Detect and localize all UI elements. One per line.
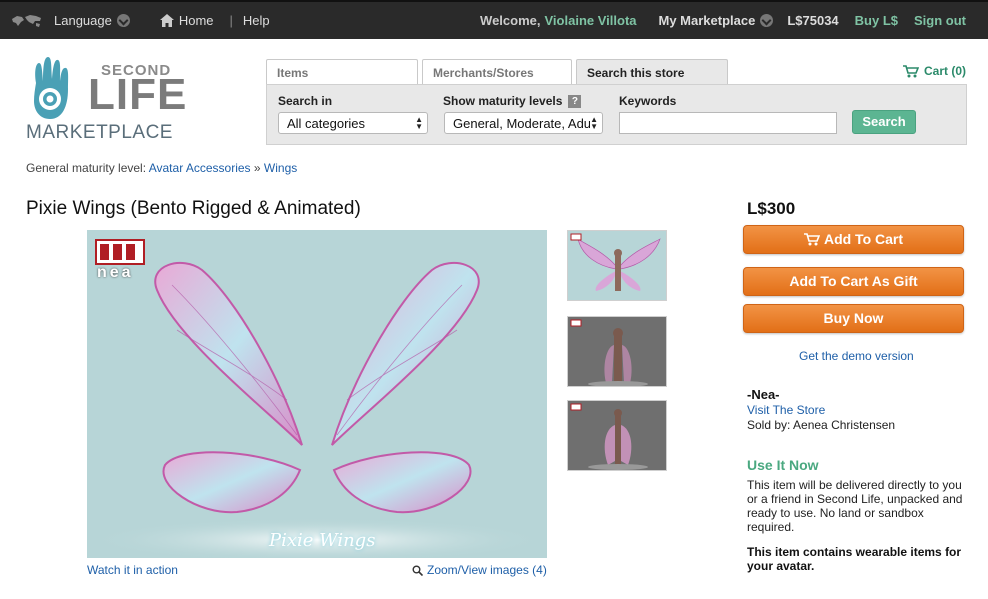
nav-separator: |: [229, 13, 233, 28]
tab-items[interactable]: Items: [266, 59, 418, 84]
store-name: -Nea-: [747, 387, 780, 402]
top-nav-right: Welcome, Violaine Villota My Marketplace…: [480, 2, 966, 39]
home-label: Home: [178, 13, 214, 28]
thumbnail-avatar-front: [570, 319, 648, 386]
search-in-select[interactable]: All categories ▲ ▼: [278, 112, 428, 134]
my-marketplace-label: My Marketplace: [658, 13, 756, 28]
maturity-label-row: Show maturity levels?: [443, 94, 582, 109]
cart-link[interactable]: Cart (0): [903, 64, 966, 78]
user-name-link[interactable]: Violaine Villota: [545, 13, 637, 28]
chevron-down-icon: [116, 14, 130, 27]
shopping-cart-icon: [803, 233, 820, 246]
sign-out-link[interactable]: Sign out: [914, 13, 966, 28]
home-icon: [159, 14, 174, 27]
welcome-label: Welcome,: [480, 13, 541, 28]
logo-life-text: LIFE: [88, 70, 188, 119]
product-price: L$300: [747, 199, 796, 218]
breadcrumb-arrow: »: [253, 161, 261, 175]
add-to-cart-button[interactable]: Add To Cart: [743, 225, 964, 254]
thumbnail-image[interactable]: [567, 230, 667, 301]
chevron-down-icon: [760, 14, 774, 27]
pixie-wings-illustration: [87, 239, 547, 558]
add-to-cart-as-gift-button[interactable]: Add To Cart As Gift: [743, 267, 964, 296]
watch-in-action-link[interactable]: Watch it in action: [87, 563, 178, 577]
search-button[interactable]: Search: [852, 110, 916, 134]
select-arrows-icon: ▲ ▼: [590, 115, 598, 131]
home-link[interactable]: Home: [159, 13, 214, 28]
thumbnail-image[interactable]: [567, 316, 667, 387]
search-tabs: Items Merchants/Stores Search this store: [266, 59, 732, 85]
delivery-description: This item will be delivered directly to …: [747, 478, 963, 534]
keywords-input[interactable]: [619, 112, 837, 134]
search-panel: Search in All categories ▲ ▼ Show maturit…: [266, 84, 967, 145]
buy-linden-link[interactable]: Buy L$: [855, 13, 898, 28]
breadcrumb-prefix: General maturity level:: [26, 161, 147, 175]
product-title: Pixie Wings (Bento Rigged & Animated): [26, 198, 361, 219]
maturity-label: Show maturity levels: [443, 94, 563, 108]
zoom-label: Zoom/View images (4): [427, 563, 547, 577]
help-link[interactable]: Help: [243, 13, 270, 28]
thumbnail-image[interactable]: [567, 400, 667, 471]
product-main-image[interactable]: nea Pixie Wings: [87, 230, 547, 558]
thumbnail-avatar-back: [570, 403, 648, 470]
my-marketplace-menu[interactable]: My Marketplace: [659, 13, 774, 28]
help-question-icon[interactable]: ?: [568, 95, 582, 109]
select-arrows-icon: ▲ ▼: [415, 115, 423, 131]
search-in-value: All categories: [287, 116, 366, 131]
world-map-icon: [12, 14, 41, 27]
breadcrumb-subcategory-link[interactable]: Wings: [264, 161, 297, 175]
hand-eye-logo-icon: [34, 57, 69, 119]
wearable-notice: This item contains wearable items for yo…: [747, 545, 962, 573]
image-brand-label: nea: [97, 264, 134, 281]
add-to-cart-label: Add To Cart: [823, 231, 904, 247]
maturity-select[interactable]: General, Moderate, Adult ▲ ▼: [444, 112, 603, 134]
breadcrumb-category-link[interactable]: Avatar Accessories: [149, 161, 251, 175]
language-menu[interactable]: Language: [54, 13, 130, 28]
second-life-marketplace-logo[interactable]: SECOND LIFE MARKETPLACE: [26, 55, 186, 143]
maturity-value: General, Moderate, Adult: [453, 116, 598, 131]
cart-label: Cart (0): [924, 64, 967, 78]
tab-search-this-store[interactable]: Search this store: [576, 59, 728, 85]
breadcrumb: General maturity level: Avatar Accessori…: [26, 161, 297, 175]
magnifier-icon: [412, 565, 423, 576]
language-label: Language: [54, 13, 112, 28]
get-demo-link[interactable]: Get the demo version: [799, 349, 914, 363]
sold-by-text: Sold by: Aenea Christensen: [747, 418, 896, 432]
zoom-view-images-link[interactable]: Zoom/View images (4): [412, 563, 547, 577]
shopping-cart-icon: [903, 64, 919, 77]
visit-store-link[interactable]: Visit The Store: [747, 403, 825, 417]
thumbnail-wings-front: [570, 233, 661, 291]
image-caption-label: Pixie Wings: [269, 530, 376, 551]
search-in-label: Search in: [278, 94, 333, 108]
top-nav-left: Language Home | Help: [10, 2, 270, 39]
tab-merchants-stores[interactable]: Merchants/Stores: [422, 59, 572, 84]
use-it-now-heading: Use It Now: [747, 457, 819, 473]
keywords-label: Keywords: [619, 94, 677, 108]
buy-now-button[interactable]: Buy Now: [743, 304, 964, 333]
balance-display: L$75034: [787, 13, 839, 28]
logo-marketplace-text: MARKETPLACE: [26, 122, 173, 143]
top-nav-bar: Language Home | Help Welcome, Violaine V…: [0, 0, 988, 39]
